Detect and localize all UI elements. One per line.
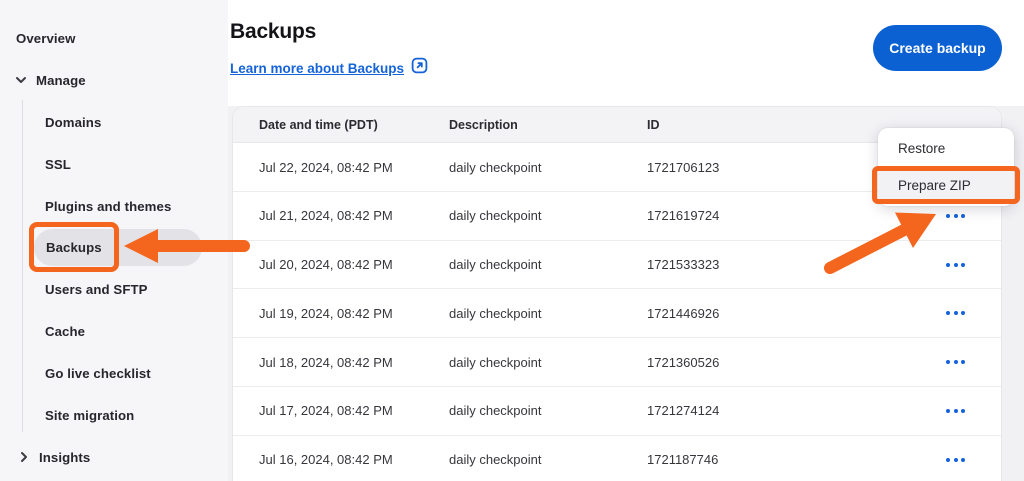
sidebar-item-cache[interactable]: Cache xyxy=(45,317,85,345)
cell-id: 1721187746 xyxy=(647,436,718,481)
cell-date: Jul 18, 2024, 08:42 PM xyxy=(259,338,393,386)
sidebar-item-overview[interactable]: Overview xyxy=(16,24,75,52)
row-actions-button[interactable] xyxy=(942,405,969,417)
cell-id: 1721706123 xyxy=(647,143,719,191)
external-link-icon xyxy=(411,57,428,79)
sidebar-item-plugins-and-themes[interactable]: Plugins and themes xyxy=(45,192,171,220)
cell-description: daily checkpoint xyxy=(449,192,542,240)
cell-date: Jul 17, 2024, 08:42 PM xyxy=(259,387,393,435)
cell-date: Jul 16, 2024, 08:42 PM xyxy=(259,436,393,481)
cell-date: Jul 22, 2024, 08:42 PM xyxy=(259,143,393,191)
table-row: Jul 19, 2024, 08:42 PM daily checkpoint … xyxy=(233,289,1001,338)
column-header-date: Date and time (PDT) xyxy=(259,107,378,143)
backups-page: Overview Manage Domains SSL Plugins and … xyxy=(0,0,1024,481)
column-header-description: Description xyxy=(449,107,518,143)
row-actions-button[interactable] xyxy=(942,210,969,222)
row-actions-button[interactable] xyxy=(942,307,969,319)
menu-item-prepare-zip[interactable]: Prepare ZIP xyxy=(878,167,1014,204)
learn-more-link[interactable]: Learn more about Backups xyxy=(230,57,428,79)
sidebar-item-label: Cache xyxy=(45,324,85,339)
cell-id: 1721533323 xyxy=(647,241,719,289)
row-actions-menu: Restore Prepare ZIP xyxy=(878,128,1014,206)
sidebar-item-go-live-checklist[interactable]: Go live checklist xyxy=(45,359,151,387)
sidebar-item-label: Manage xyxy=(36,73,86,88)
learn-more-label: Learn more about Backups xyxy=(230,61,404,76)
sidebar-item-label: Backups xyxy=(46,240,102,255)
cell-description: daily checkpoint xyxy=(449,387,542,435)
sidebar-item-ssl[interactable]: SSL xyxy=(45,150,71,178)
cell-description: daily checkpoint xyxy=(449,436,542,481)
create-backup-button[interactable]: Create backup xyxy=(873,25,1002,71)
table-row: Jul 18, 2024, 08:42 PM daily checkpoint … xyxy=(233,338,1001,387)
sidebar-item-label: Site migration xyxy=(45,408,134,423)
chevron-down-icon xyxy=(15,74,27,86)
sidebar-item-label: SSL xyxy=(45,157,71,172)
table-row: Jul 16, 2024, 08:42 PM daily checkpoint … xyxy=(233,436,1001,481)
page-title: Backups xyxy=(230,20,316,44)
chevron-right-icon xyxy=(18,451,30,463)
sidebar-item-label: Insights xyxy=(39,450,90,465)
sidebar-item-users-and-sftp[interactable]: Users and SFTP xyxy=(45,275,148,303)
sidebar-item-insights[interactable]: Insights xyxy=(18,443,90,471)
table-row: Jul 20, 2024, 08:42 PM daily checkpoint … xyxy=(233,241,1001,290)
cell-date: Jul 20, 2024, 08:42 PM xyxy=(259,241,393,289)
row-actions-button[interactable] xyxy=(942,259,969,271)
row-actions-button[interactable] xyxy=(942,454,969,466)
sidebar-item-domains[interactable]: Domains xyxy=(45,108,101,136)
table-row: Jul 17, 2024, 08:42 PM daily checkpoint … xyxy=(233,387,1001,436)
sidebar-item-label: Go live checklist xyxy=(45,366,151,381)
sidebar-item-manage[interactable]: Manage xyxy=(15,66,86,94)
sidebar: Overview Manage Domains SSL Plugins and … xyxy=(0,0,228,481)
menu-item-restore[interactable]: Restore xyxy=(878,130,1014,167)
sidebar-item-label: Domains xyxy=(45,115,101,130)
sidebar-item-label: Plugins and themes xyxy=(45,199,171,214)
sidebar-item-backups[interactable]: Backups xyxy=(34,229,202,266)
cell-description: daily checkpoint xyxy=(449,241,542,289)
column-header-id: ID xyxy=(647,107,660,143)
cell-id: 1721446926 xyxy=(647,289,719,337)
cell-id: 1721619724 xyxy=(647,192,719,240)
sidebar-item-label: Overview xyxy=(16,31,75,46)
row-actions-button[interactable] xyxy=(942,356,969,368)
sidebar-item-label: Users and SFTP xyxy=(45,282,148,297)
cell-date: Jul 21, 2024, 08:42 PM xyxy=(259,192,393,240)
sidebar-item-site-migration[interactable]: Site migration xyxy=(45,401,134,429)
cell-description: daily checkpoint xyxy=(449,143,542,191)
tree-guide-line xyxy=(22,100,23,432)
cell-id: 1721360526 xyxy=(647,338,719,386)
cell-id: 1721274124 xyxy=(647,387,719,435)
cell-description: daily checkpoint xyxy=(449,338,542,386)
cell-date: Jul 19, 2024, 08:42 PM xyxy=(259,289,393,337)
cell-description: daily checkpoint xyxy=(449,289,542,337)
